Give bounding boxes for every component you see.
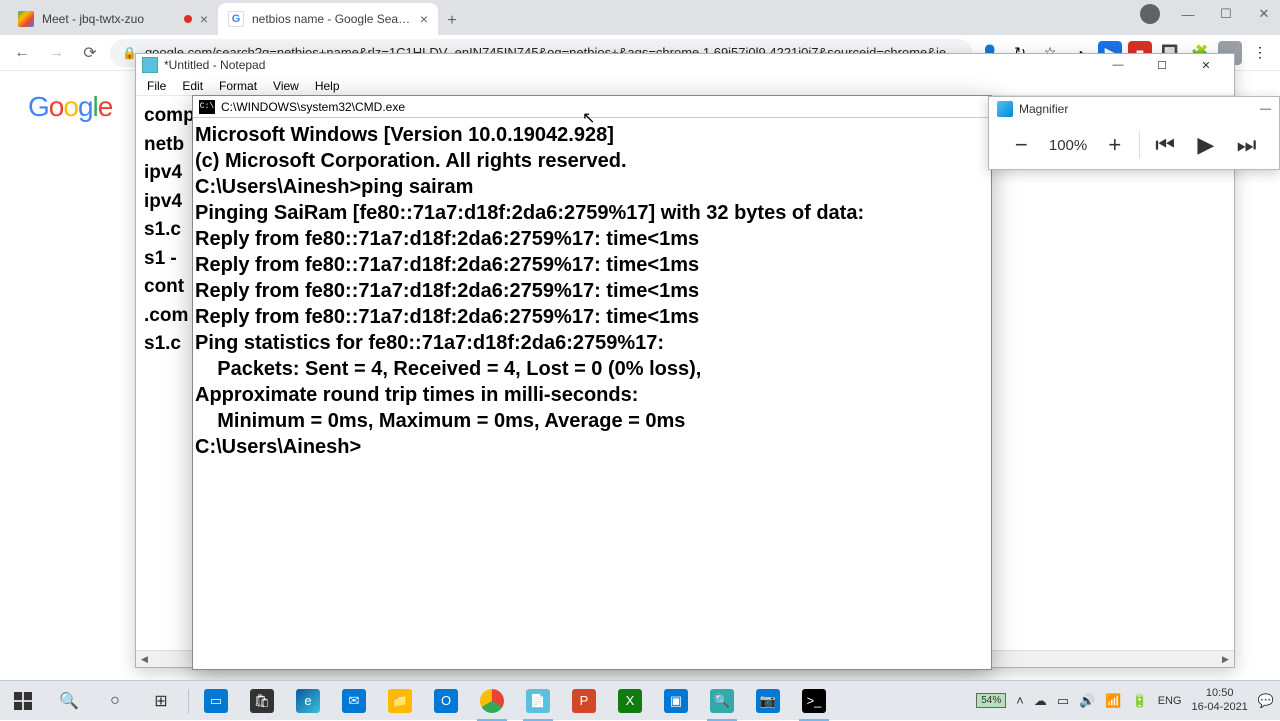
clock[interactable]: 10:50 16-04-2021 [1192, 687, 1248, 713]
tab-meet[interactable]: Meet - jbq-twtx-zuo × [8, 3, 218, 35]
scroll-right-icon[interactable]: ▶ [1217, 651, 1234, 668]
menu-file[interactable]: File [140, 77, 173, 95]
battery-icon[interactable]: 🔋 [1132, 693, 1148, 709]
volume-icon[interactable]: 🔊 [1079, 693, 1095, 709]
prev-button[interactable]: ⏮ [1149, 132, 1181, 158]
notepad-menubar: File Edit Format View Help [136, 76, 1234, 96]
forward-button[interactable]: → [42, 39, 70, 67]
magnifier-icon [997, 101, 1013, 117]
notifications-icon[interactable]: 💬 [1258, 693, 1274, 709]
taskbar-powerpoint[interactable]: P [561, 681, 607, 721]
taskview-button[interactable]: ⊞ [138, 681, 184, 721]
close-icon[interactable]: ✕ [1254, 4, 1274, 24]
system-tray: 54% ˄ ☁ ▭ 🔊 📶 🔋 ENG 10:50 16-04-2021 💬 [976, 687, 1280, 713]
language-indicator[interactable]: ENG [1158, 695, 1182, 707]
back-button[interactable]: ← [8, 39, 36, 67]
meet-tray-icon[interactable]: ▭ [1057, 693, 1069, 709]
profile-icon[interactable] [1140, 4, 1160, 24]
scroll-left-icon[interactable]: ◀ [136, 651, 153, 668]
chrome-menu-icon[interactable]: ⋮ [1248, 41, 1272, 65]
taskbar-notepad[interactable]: 📄 [515, 681, 561, 721]
tab-title: netbios name - Google Search [252, 12, 412, 26]
zoom-in-button[interactable]: + [1099, 132, 1131, 158]
date-text: 16-04-2021 [1192, 701, 1248, 714]
notepad-icon [142, 57, 158, 73]
taskbar-app[interactable]: ▣ [653, 681, 699, 721]
zoom-out-button[interactable]: − [1005, 132, 1037, 158]
cmd-titlebar[interactable]: C:\ C:\WINDOWS\system32\CMD.exe [193, 96, 991, 118]
magnifier-controls: − 100% + ⏮ ▶ ⏭ [989, 121, 1279, 169]
menu-view[interactable]: View [266, 77, 306, 95]
recording-icon [184, 15, 192, 23]
next-button[interactable]: ⏭ [1231, 132, 1263, 158]
taskbar-camera[interactable]: 📷 [745, 681, 791, 721]
magnifier-window[interactable]: Magnifier — − 100% + ⏮ ▶ ⏭ [988, 96, 1280, 170]
cmd-output[interactable]: Microsoft Windows [Version 10.0.19042.92… [193, 118, 991, 464]
minimize-button[interactable]: — [1096, 54, 1140, 76]
tray-chevron-icon[interactable]: ˄ [1016, 693, 1024, 708]
taskbar-edge[interactable]: e [285, 681, 331, 721]
cmd-icon: C:\ [199, 100, 215, 114]
taskbar-explorer[interactable]: 📁 [377, 681, 423, 721]
meet-favicon-icon [18, 11, 34, 27]
taskbar: 🔍 ○ ⊞ ▭ 🛍 e ✉ 📁 O 📄 P X ▣ 🔍 📷 >_ 54% ˄ ☁… [0, 680, 1280, 720]
google-favicon-icon: G [228, 11, 244, 27]
maximize-icon[interactable]: ☐ [1216, 4, 1236, 24]
close-tab-icon[interactable]: × [200, 11, 208, 27]
magnifier-title-text: Magnifier [1019, 102, 1254, 116]
taskbar-magnifier[interactable]: 🔍 [699, 681, 745, 721]
notepad-title-text: *Untitled - Notepad [164, 58, 1096, 72]
onedrive-icon[interactable]: ☁ [1034, 693, 1047, 709]
taskbar-mail[interactable]: ✉ [331, 681, 377, 721]
menu-edit[interactable]: Edit [175, 77, 210, 95]
cortana-button[interactable]: ○ [92, 681, 138, 721]
wifi-icon[interactable]: 📶 [1105, 693, 1121, 709]
menu-help[interactable]: Help [308, 77, 347, 95]
start-button[interactable] [0, 681, 46, 721]
close-button[interactable]: ✕ [1184, 54, 1228, 76]
notepad-titlebar[interactable]: *Untitled - Notepad — ☐ ✕ [136, 54, 1234, 76]
menu-format[interactable]: Format [212, 77, 264, 95]
battery-indicator[interactable]: 54% [976, 693, 1006, 708]
taskbar-cmd[interactable]: >_ [791, 681, 837, 721]
zoom-level: 100% [1046, 137, 1090, 154]
taskbar-app[interactable]: ▭ [193, 681, 239, 721]
magnifier-titlebar[interactable]: Magnifier — [989, 97, 1279, 121]
reload-button[interactable]: ⟳ [76, 39, 104, 67]
minimize-icon[interactable]: — [1178, 4, 1198, 24]
play-button[interactable]: ▶ [1190, 132, 1222, 158]
tab-strip: Meet - jbq-twtx-zuo × G netbios name - G… [0, 0, 1280, 35]
tab-title: Meet - jbq-twtx-zuo [42, 12, 176, 26]
maximize-button[interactable]: ☐ [1140, 54, 1184, 76]
separator [188, 689, 189, 713]
cmd-window[interactable]: C:\ C:\WINDOWS\system32\CMD.exe Microsof… [192, 95, 992, 670]
minimize-button[interactable]: — [1260, 103, 1271, 115]
taskbar-excel[interactable]: X [607, 681, 653, 721]
taskbar-store[interactable]: 🛍 [239, 681, 285, 721]
search-button[interactable]: 🔍 [46, 681, 92, 721]
google-logo[interactable]: Google [28, 91, 112, 123]
taskbar-chrome[interactable] [469, 681, 515, 721]
taskbar-outlook[interactable]: O [423, 681, 469, 721]
tab-google-search[interactable]: G netbios name - Google Search × [218, 3, 438, 35]
time-text: 10:50 [1192, 687, 1248, 700]
new-tab-button[interactable]: + [438, 7, 466, 35]
close-tab-icon[interactable]: × [420, 11, 428, 27]
separator [1139, 131, 1140, 159]
cmd-title-text: C:\WINDOWS\system32\CMD.exe [221, 100, 405, 114]
chrome-window-controls: — ☐ ✕ [1140, 4, 1274, 24]
